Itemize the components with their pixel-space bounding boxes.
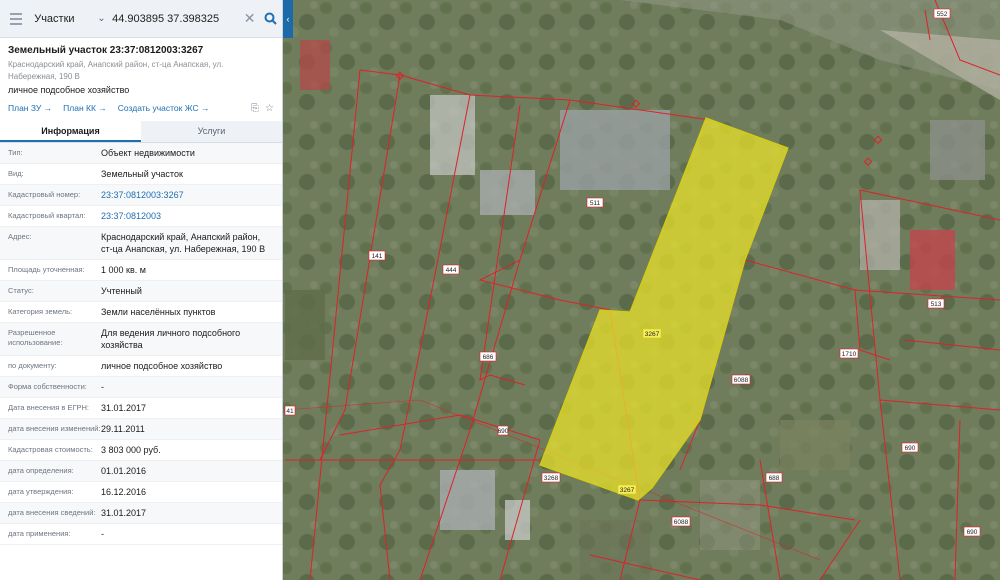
- property-value: Объект недвижимости: [101, 148, 195, 158]
- parcel-label-selected: 3267: [620, 487, 635, 494]
- tab-services[interactable]: Услуги: [141, 121, 282, 142]
- property-key: дата применения:: [8, 529, 71, 538]
- parcel-label: 141: [372, 253, 383, 260]
- info-panel: Участки ⌄ ✕ Земельный участок 23:37:0812…: [0, 0, 283, 580]
- object-header: Земельный участок 23:37:0812003:3267 Кра…: [0, 38, 282, 115]
- plan-kk-link[interactable]: План КК →: [63, 103, 107, 113]
- property-row: Кадастровый квартал: 23:37:0812003: [0, 206, 282, 227]
- object-links: План ЗУ → План КК → Создать участок ЖС →…: [8, 101, 274, 115]
- property-key: Кадастровый квартал:: [8, 211, 86, 220]
- property-value: 29.11.2011: [101, 424, 145, 434]
- property-row: по документу: личное подсобное хозяйство: [0, 356, 282, 377]
- property-value: 3 803 000 руб.: [101, 445, 161, 455]
- property-row: Площадь уточненная: 1 000 кв. м: [0, 260, 282, 281]
- property-value: 01.01.2016: [101, 466, 147, 476]
- property-key: Тип:: [8, 148, 23, 157]
- tab-bar: Информация Услуги: [0, 121, 282, 143]
- parcel-label: 444: [446, 267, 457, 274]
- parcel-label: 6088: [734, 377, 749, 384]
- search-bar: Участки ⌄ ✕: [0, 0, 282, 38]
- property-key: дата определения:: [8, 466, 74, 475]
- property-value: 31.01.2017: [101, 403, 147, 413]
- property-value-link[interactable]: 23:37:0812003:3267: [101, 189, 274, 201]
- layer-select[interactable]: Участки: [32, 13, 95, 25]
- parcel-label: 690: [498, 428, 509, 435]
- property-row: Форма собственности: -: [0, 377, 282, 398]
- property-value: Учтенный: [101, 286, 142, 296]
- property-value: 31.01.2017: [101, 508, 147, 518]
- property-value: личное подсобное хозяйство: [101, 361, 223, 371]
- property-row: Дата внесения в ЕГРН: 31.01.2017: [0, 398, 282, 419]
- property-row: дата внесения изменений: 29.11.2011: [0, 419, 282, 440]
- property-value: -: [101, 382, 104, 392]
- create-parcel-link[interactable]: Создать участок ЖС →: [118, 103, 210, 113]
- parcel-label: 690: [967, 529, 978, 536]
- menu-icon[interactable]: [0, 0, 32, 38]
- property-row: Кадастровая стоимость: 3 803 000 руб.: [0, 440, 282, 461]
- property-key: Разрешенное использование:: [8, 328, 63, 347]
- parcel-label: 3268: [544, 475, 559, 482]
- collapse-panel-button[interactable]: ‹: [283, 0, 293, 38]
- property-value: -: [101, 529, 104, 539]
- property-row: дата определения: 01.01.2016: [0, 461, 282, 482]
- parcel-label: 686: [483, 354, 494, 361]
- object-address: Краснодарский край, Анапский район, ст-ц…: [8, 60, 224, 81]
- property-key: дата внесения изменений:: [8, 424, 101, 433]
- search-button[interactable]: [259, 7, 282, 31]
- object-title: Земельный участок 23:37:0812003:3267: [8, 45, 204, 56]
- property-row: Категория земель: Земли населённых пункто…: [0, 302, 282, 323]
- parcel-label: 688: [769, 475, 780, 482]
- parcel-label: 552: [937, 11, 948, 18]
- property-key: Вид:: [8, 169, 24, 178]
- property-value: Земельный участок: [101, 169, 183, 179]
- property-value-link[interactable]: 23:37:0812003: [101, 210, 274, 222]
- parcel-label: 1710: [842, 351, 857, 358]
- parcel-label: 513: [931, 301, 942, 308]
- property-key: Статус:: [8, 286, 34, 295]
- object-usage: личное подсобное хозяйство: [8, 85, 130, 95]
- property-value: Краснодарский край, Анапский район, ст-ц…: [101, 232, 266, 254]
- property-value: 16.12.2016: [101, 487, 147, 497]
- chevron-left-icon: ‹: [286, 14, 290, 24]
- property-key: дата внесения сведений:: [8, 508, 96, 517]
- parcel-label: 511: [590, 200, 601, 207]
- plan-zu-link[interactable]: План ЗУ →: [8, 103, 52, 113]
- property-key: Форма собственности:: [8, 382, 87, 391]
- property-key: Площадь уточненная:: [8, 265, 85, 274]
- parcel-label: 6088: [674, 519, 689, 526]
- property-key: дата утверждения:: [8, 487, 74, 496]
- property-key: Кадастровый номер:: [8, 190, 81, 199]
- close-icon[interactable]: ✕: [242, 10, 257, 27]
- property-list: Тип: Объект недвижимости Вид: Земельный уча…: [0, 143, 282, 545]
- property-row: Тип: Объект недвижимости: [0, 143, 282, 164]
- property-key: Категория земель:: [8, 307, 73, 316]
- parcel-label: 41: [286, 408, 294, 415]
- property-key: Адрес:: [8, 232, 32, 241]
- tab-information[interactable]: Информация: [0, 121, 141, 142]
- property-value: Земли населённых пунктов: [101, 307, 216, 317]
- property-row: дата внесения сведений: 31.01.2017: [0, 503, 282, 524]
- property-key: Дата внесения в ЕГРН:: [8, 403, 90, 412]
- property-row: дата утверждения: 16.12.2016: [0, 482, 282, 503]
- search-input[interactable]: [112, 8, 241, 29]
- chevron-down-icon[interactable]: ⌄: [95, 13, 108, 24]
- property-value: Для ведения личного подсобного хозяйства: [101, 328, 241, 350]
- share-icon[interactable]: ⎘: [251, 103, 259, 114]
- search-icon: [264, 12, 277, 25]
- property-key: Кадастровая стоимость:: [8, 445, 93, 454]
- property-row: дата применения: -: [0, 524, 282, 545]
- property-row: Адрес: Краснодарский край, Анапский район…: [0, 227, 282, 260]
- property-row: Разрешенное использование: Для ведения ли…: [0, 323, 282, 356]
- property-value: 1 000 кв. м: [101, 265, 146, 275]
- property-key: по документу:: [8, 361, 57, 370]
- parcel-label: 690: [905, 445, 916, 452]
- parcel-label-selected: 3267: [645, 331, 660, 338]
- star-icon[interactable]: ☆: [265, 103, 274, 114]
- property-row: Статус: Учтенный: [0, 281, 282, 302]
- property-row: Вид: Земельный участок: [0, 164, 282, 185]
- property-row: Кадастровый номер: 23:37:0812003:3267: [0, 185, 282, 206]
